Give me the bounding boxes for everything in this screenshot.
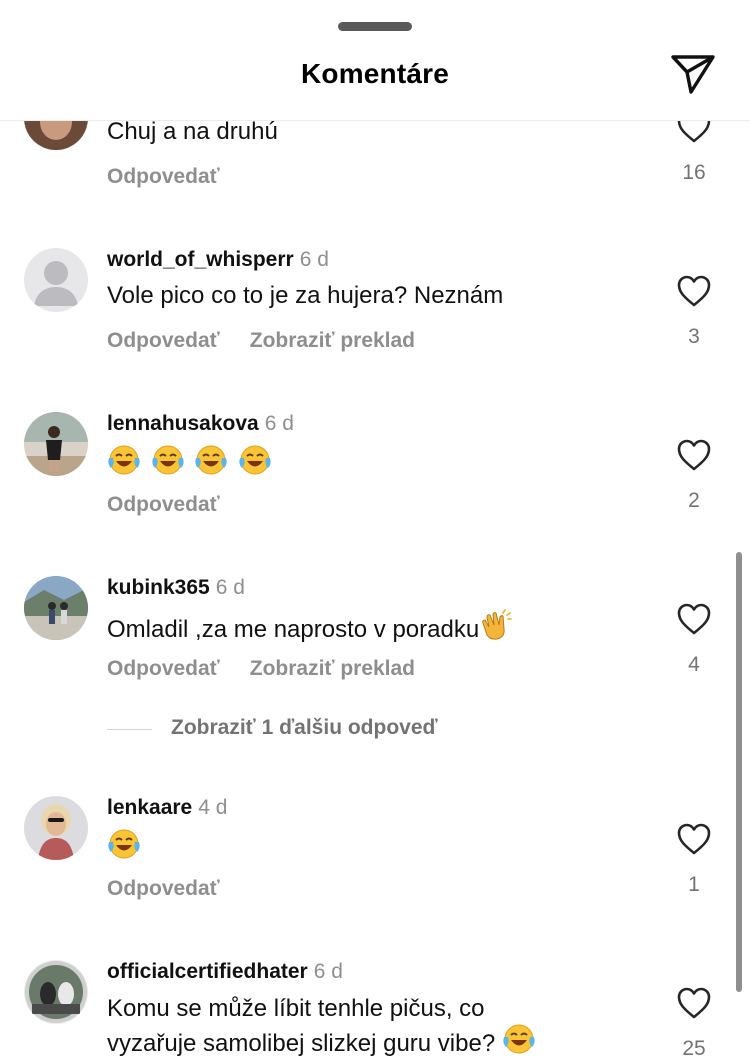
reply-button[interactable]: Odpovedať <box>107 329 220 352</box>
like-count: 3 <box>688 325 700 348</box>
heart-icon[interactable] <box>676 438 712 472</box>
comment-meta: lennahusakova 6 d <box>107 412 294 436</box>
clapping-hands-icon <box>482 609 513 640</box>
avatar[interactable] <box>24 960 88 1024</box>
username[interactable]: kubink365 <box>107 576 210 599</box>
avatar[interactable] <box>24 796 88 860</box>
reply-button[interactable]: Odpovedať <box>107 165 220 188</box>
comment-text-line: vyzařuje samolibej slizkej guru vibe? <box>107 1030 496 1057</box>
like-count: 16 <box>682 161 706 184</box>
comment-meta: world_of_whisperr 6 d <box>107 248 329 272</box>
like-count: 1 <box>688 873 700 896</box>
comment-meta: lenkaare 4 d <box>107 796 227 820</box>
like-count: 2 <box>688 489 700 512</box>
comment-text-line-wrap: vyzařuje samolibej slizkej guru vibe? <box>107 1023 536 1058</box>
comment-time: 6 d <box>313 960 343 983</box>
heart-icon[interactable] <box>676 822 712 856</box>
heart-icon[interactable] <box>676 986 712 1020</box>
comments-sheet: Chuj a na druhú Odpovedať 16 world_of_wh… <box>0 0 750 1061</box>
username[interactable]: lennahusakova <box>107 412 259 435</box>
face-with-tears-of-joy-icon <box>108 445 140 475</box>
heart-icon[interactable] <box>676 602 712 636</box>
avatar[interactable] <box>24 576 88 640</box>
reply-button[interactable]: Odpovedať <box>107 877 220 900</box>
replies-divider <box>107 729 152 730</box>
comment-time: 6 d <box>299 248 329 271</box>
face-with-tears-of-joy-icon <box>195 445 228 475</box>
comment-time: 6 d <box>215 576 245 599</box>
translate-button[interactable]: Zobraziť preklad <box>250 657 415 680</box>
comment-text: Vole pico co to je za hujera? Neznám <box>107 282 504 309</box>
comment-actions: Odpovedať <box>107 165 220 189</box>
username[interactable]: officialcertifiedhater <box>107 960 308 983</box>
face-with-tears-of-joy-icon <box>152 445 184 475</box>
comment-actions: Odpovedať Zobraziť preklad <box>107 329 415 353</box>
heart-icon[interactable] <box>676 274 712 308</box>
scrollbar[interactable] <box>736 552 742 992</box>
avatar[interactable] <box>24 248 88 312</box>
face-with-tears-of-joy-icon <box>503 1024 535 1054</box>
comment-time: 4 d <box>198 796 228 819</box>
comment-text: Komu se může líbit tenhle pičus, co vyza… <box>107 994 536 1058</box>
comment-text-content: Omladil ,za me naprosto v poradku <box>107 616 480 643</box>
sheet-header: Komentáre <box>0 0 750 121</box>
comment-text: Chuj a na druhú <box>107 118 278 145</box>
comment-meta: officialcertifiedhater 6 d <box>107 960 343 984</box>
username[interactable]: lenkaare <box>107 796 192 819</box>
username[interactable]: world_of_whisperr <box>107 248 294 271</box>
like-count: 25 <box>682 1037 706 1060</box>
paper-plane-icon[interactable] <box>669 52 717 96</box>
comment-text <box>107 444 272 479</box>
face-with-tears-of-joy-icon <box>239 445 271 475</box>
comment-actions: Odpovedať <box>107 493 220 517</box>
translate-button[interactable]: Zobraziť preklad <box>250 329 415 352</box>
comment-text: Omladil ,za me naprosto v poradku <box>107 609 513 644</box>
comment-text-line: Komu se může líbit tenhle pičus, co <box>107 995 485 1022</box>
comment-meta: kubink365 6 d <box>107 576 245 600</box>
comment-time: 6 d <box>264 412 294 435</box>
comment-actions: Odpovedať <box>107 877 220 901</box>
reply-button[interactable]: Odpovedať <box>107 493 220 516</box>
reply-button[interactable]: Odpovedať <box>107 657 220 680</box>
comment-text <box>107 828 141 863</box>
comment-actions: Odpovedať Zobraziť preklad <box>107 657 415 681</box>
face-with-tears-of-joy-icon <box>108 829 140 859</box>
view-more-replies-button[interactable]: Zobraziť 1 ďalšiu odpoveď <box>171 716 438 740</box>
drag-handle[interactable] <box>338 22 412 31</box>
page-title: Komentáre <box>300 58 450 89</box>
avatar[interactable] <box>24 412 88 476</box>
like-count: 4 <box>688 653 700 676</box>
